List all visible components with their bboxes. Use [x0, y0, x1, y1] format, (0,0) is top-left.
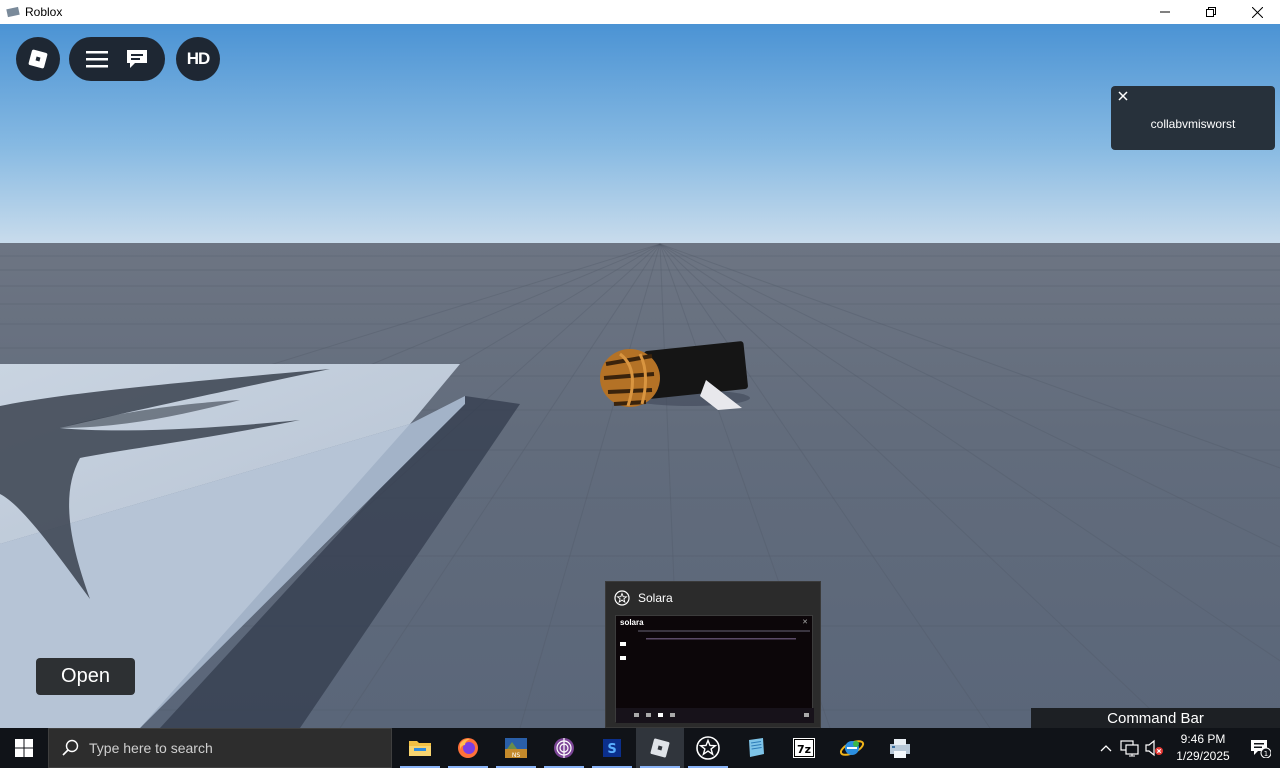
minimize-icon [1160, 11, 1170, 13]
svg-text:S: S [607, 742, 616, 757]
file-explorer-icon [409, 741, 431, 756]
restore-button[interactable] [1188, 0, 1234, 24]
clock-time: 9:46 PM [1180, 732, 1226, 746]
clock-date: 1/29/2025 [1176, 749, 1230, 763]
taskbar-app-printer[interactable] [876, 728, 924, 768]
roblox-menu-button[interactable] [16, 37, 60, 81]
solara-star-icon [614, 590, 630, 606]
chevron-up-icon [1100, 745, 1112, 752]
command-bar[interactable]: Command Bar [1031, 708, 1280, 728]
start-button[interactable] [0, 728, 48, 768]
taskbar-app-solara[interactable] [684, 728, 732, 768]
thumbnail-content [616, 630, 814, 723]
network-icon [1120, 740, 1139, 757]
menu-chat-pill [69, 37, 165, 81]
open-button[interactable]: Open [36, 658, 135, 695]
tray-volume-button[interactable] [1142, 728, 1166, 768]
preview-header: Solara [614, 589, 673, 607]
window-title: Roblox [25, 5, 63, 19]
hd-admin-button[interactable]: HD [176, 37, 220, 81]
volume-muted-icon [1145, 739, 1163, 757]
taskbar-thumbnail-preview[interactable]: Solara solara ✕ [605, 581, 821, 728]
solara-taskbar-icon [696, 736, 720, 760]
7zip-icon: 7z [793, 738, 815, 758]
taskbar-app-file-explorer[interactable] [396, 728, 444, 768]
windows-logo-icon [15, 739, 33, 757]
tray-overflow-button[interactable] [1094, 728, 1118, 768]
taskbar-app-firefox[interactable] [444, 728, 492, 768]
chat-icon[interactable] [125, 48, 149, 70]
svg-text:7z: 7z [797, 743, 811, 756]
player-character [600, 341, 750, 410]
internet-explorer-icon [839, 740, 865, 756]
restore-icon [1206, 7, 1216, 17]
search-icon [62, 739, 79, 756]
action-center-button[interactable]: 1 [1240, 728, 1280, 768]
taskbar-app-7zip[interactable]: 7z [780, 728, 828, 768]
tray-network-button[interactable] [1118, 728, 1142, 768]
firefox-icon [458, 738, 478, 758]
taskbar-apps: NS S 7z [396, 728, 924, 768]
search-placeholder: Type here to search [89, 740, 213, 756]
printer-app-icon [890, 739, 910, 758]
close-window-button[interactable] [1234, 0, 1280, 24]
taskbar-app-game[interactable]: NS [492, 728, 540, 768]
window-titlebar: Roblox [0, 0, 1280, 24]
minimize-button[interactable] [1142, 0, 1188, 24]
windows-taskbar: Type here to search NS S 7z 9:46 PM 1/29… [0, 728, 1280, 768]
tor-browser-icon [554, 738, 574, 758]
taskbar-search[interactable]: Type here to search [48, 728, 392, 768]
notification-toast: collabvmisworst [1111, 86, 1275, 150]
hamburger-menu-icon[interactable] [85, 50, 108, 68]
notification-center-icon: 1 [1251, 740, 1271, 758]
taskbar-clock[interactable]: 9:46 PM 1/29/2025 [1166, 731, 1240, 765]
preview-title: Solara [638, 591, 673, 605]
close-icon [1251, 6, 1263, 18]
taskbar-app-notepad[interactable] [732, 728, 780, 768]
notification-count-badge: 1 [1264, 750, 1268, 758]
notification-text: collabvmisworst [1150, 117, 1236, 131]
close-icon[interactable] [1116, 89, 1130, 103]
blue-app-icon: S [603, 739, 621, 757]
roblox-taskbar-icon [650, 738, 670, 758]
roblox-logo-icon [28, 49, 48, 69]
taskbar-app-internet-explorer[interactable] [828, 728, 876, 768]
roblox-app-icon [6, 6, 20, 18]
game-icon: NS [505, 738, 527, 759]
game-viewport[interactable]: HD collabvmisworst Open Command Bar Sola… [0, 24, 1280, 728]
taskbar-app-tor[interactable] [540, 728, 588, 768]
preview-thumbnail: solara ✕ [615, 615, 814, 723]
notepad-icon [749, 738, 764, 757]
svg-text:NS: NS [512, 752, 520, 759]
system-tray: 9:46 PM 1/29/2025 1 [1094, 728, 1280, 768]
taskbar-app-roblox[interactable] [636, 728, 684, 768]
taskbar-app-blue[interactable]: S [588, 728, 636, 768]
